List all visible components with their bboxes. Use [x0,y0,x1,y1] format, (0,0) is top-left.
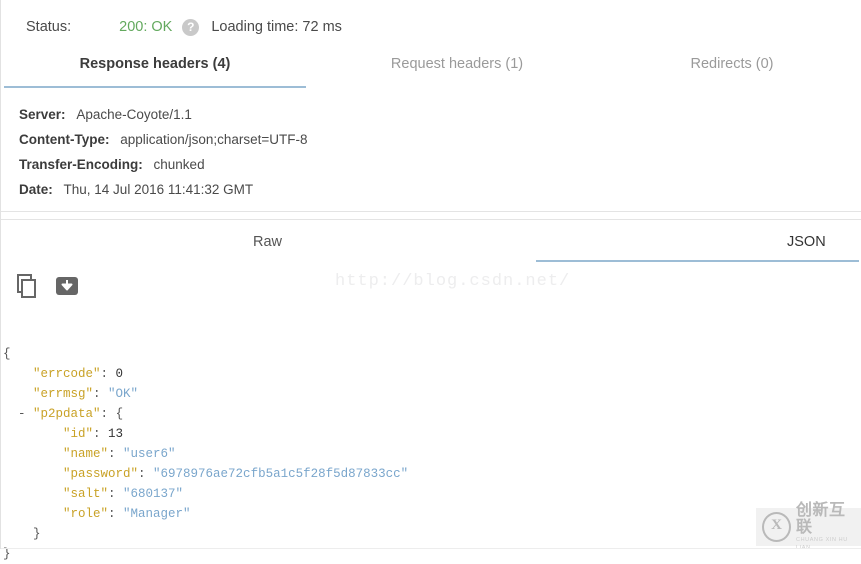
json-separator: : [138,467,154,481]
json-separator: : [93,387,109,401]
header-key: Transfer-Encoding: [19,157,143,172]
json-value: "680137" [123,487,184,501]
response-headers-list: Server: Apache-Coyote/1.1 Content-Type: … [1,92,861,211]
json-key: "role" [63,507,109,521]
status-label: Status: [26,19,72,35]
json-separator: : [93,427,109,441]
json-key: "errmsg" [33,387,94,401]
json-value: } [33,527,41,541]
json-line: "id": 13 [3,424,861,444]
header-value: Apache-Coyote/1.1 [76,107,192,122]
question-mark-icon[interactable]: ? [182,18,200,36]
response-actions [1,266,861,314]
json-separator: : [108,447,124,461]
active-tab-indicator [4,86,306,88]
panel-gap [1,212,861,219]
json-key: "name" [63,447,109,461]
json-line: } [3,544,861,564]
json-line: "role": "Manager" [3,504,861,524]
header-tabs: Response headers (4) Request headers (1)… [1,54,861,92]
active-body-tab-indicator [536,260,859,262]
header-key: Server: [19,107,66,122]
json-line: "salt": "680137" [3,484,861,504]
status-code: 200: OK [119,19,173,35]
header-value: Thu, 14 Jul 2016 11:41:32 GMT [63,182,254,197]
http-response-viewer: Status: 200: OK ? Loading time: 72 ms Re… [0,0,861,561]
json-value: 0 [115,367,124,381]
json-value: { [115,407,124,421]
loading-time-label: Loading time: 72 ms [211,19,342,35]
header-row: Transfer-Encoding: chunked [19,152,861,177]
json-value: } [3,547,11,561]
header-row: Date: Thu, 14 Jul 2016 11:41:32 GMT [19,177,861,202]
json-key: "p2pdata" [33,407,101,421]
json-key: "salt" [63,487,109,501]
json-line: "errmsg": "OK" [3,384,861,404]
header-value: chunked [153,157,205,172]
json-key: "password" [63,467,139,481]
json-value: 13 [108,427,124,441]
tab-raw[interactable]: Raw [253,234,282,250]
json-separator: : [100,407,116,421]
json-lines: { "errcode": 0 "errmsg": "OK" - "p2pdata… [3,344,861,564]
tab-json[interactable]: JSON [787,234,826,250]
json-value: "Manager" [123,507,191,521]
json-line: - "p2pdata": { [3,404,861,424]
json-value: "user6" [123,447,176,461]
json-key: "id" [63,427,94,441]
header-row: Content-Type: application/json;charset=U… [19,127,861,152]
json-line: "password": "6978976ae72cfb5a1c5f28f5d87… [3,464,861,484]
json-key: "errcode" [33,367,101,381]
tab-redirects[interactable]: Redirects (0) [605,54,859,72]
json-value: { [3,347,11,361]
json-line: "errcode": 0 [3,364,861,384]
json-separator: : [108,507,124,521]
tab-response-headers[interactable]: Response headers (4) [1,54,309,72]
json-line: { [3,344,861,364]
json-collapse-toggle[interactable]: - [18,407,33,421]
body-view-tabs: Raw JSON [1,220,861,266]
json-separator: : [100,367,116,381]
copy-icon[interactable] [13,272,41,300]
header-row: Server: Apache-Coyote/1.1 [19,102,861,127]
header-key: Content-Type: [19,132,110,147]
json-body-viewer[interactable]: { "errcode": 0 "errmsg": "OK" - "p2pdata… [1,314,861,564]
save-download-icon[interactable] [53,272,81,300]
header-value: application/json;charset=UTF-8 [120,132,308,147]
json-separator: : [108,487,124,501]
json-value: "OK" [108,387,139,401]
json-line: } [3,524,861,544]
json-value: "6978976ae72cfb5a1c5f28f5d87833cc" [153,467,409,481]
tab-request-headers[interactable]: Request headers (1) [309,54,605,72]
json-line: "name": "user6" [3,444,861,464]
header-key: Date: [19,182,53,197]
status-bar: Status: 200: OK ? Loading time: 72 ms [1,0,861,54]
